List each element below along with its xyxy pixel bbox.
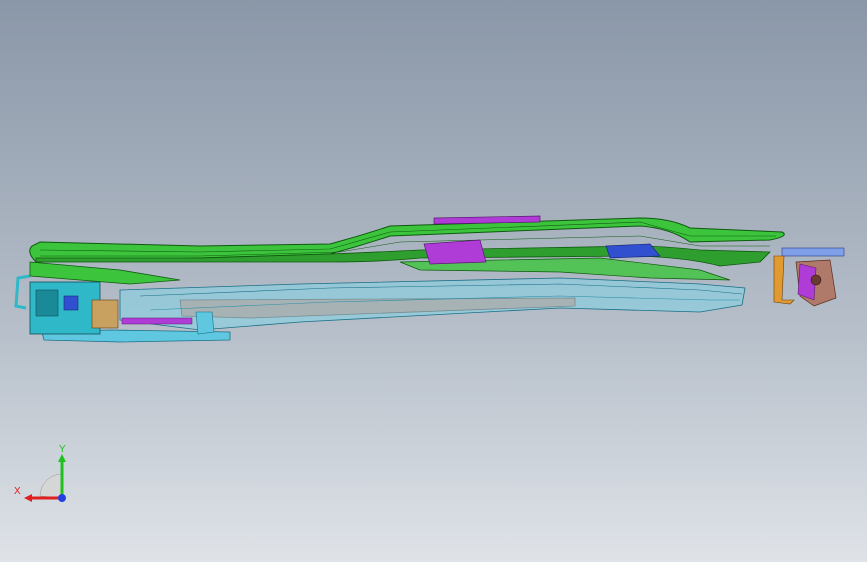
hinge-bracket-orange bbox=[773, 255, 795, 305]
z-axis-dot bbox=[58, 494, 66, 502]
hinge-plate-blue bbox=[781, 247, 845, 257]
center-magenta-bracket bbox=[423, 239, 487, 265]
hinge-pivot bbox=[810, 274, 822, 286]
center-blue-block bbox=[605, 243, 661, 259]
triad-base-wedge bbox=[39, 473, 63, 499]
x-axis-label: X bbox=[14, 486, 21, 497]
rear-purple-link bbox=[121, 317, 193, 325]
cad-viewport[interactable]: X Y bbox=[0, 0, 867, 562]
y-axis-arrowhead bbox=[58, 454, 66, 462]
x-axis-arrowhead bbox=[24, 494, 32, 502]
axis-triad[interactable]: X Y bbox=[10, 440, 80, 510]
side-rail-front bbox=[29, 261, 181, 285]
rear-connector bbox=[91, 299, 119, 329]
y-axis-label: Y bbox=[59, 444, 66, 455]
cushion-tray bbox=[119, 277, 746, 331]
rear-blue-block bbox=[63, 295, 79, 311]
seat-frame-assembly-model[interactable] bbox=[0, 0, 867, 562]
rear-tube-loop bbox=[14, 274, 31, 310]
rear-motor-cap bbox=[35, 289, 59, 317]
rear-bracket bbox=[195, 311, 215, 335]
